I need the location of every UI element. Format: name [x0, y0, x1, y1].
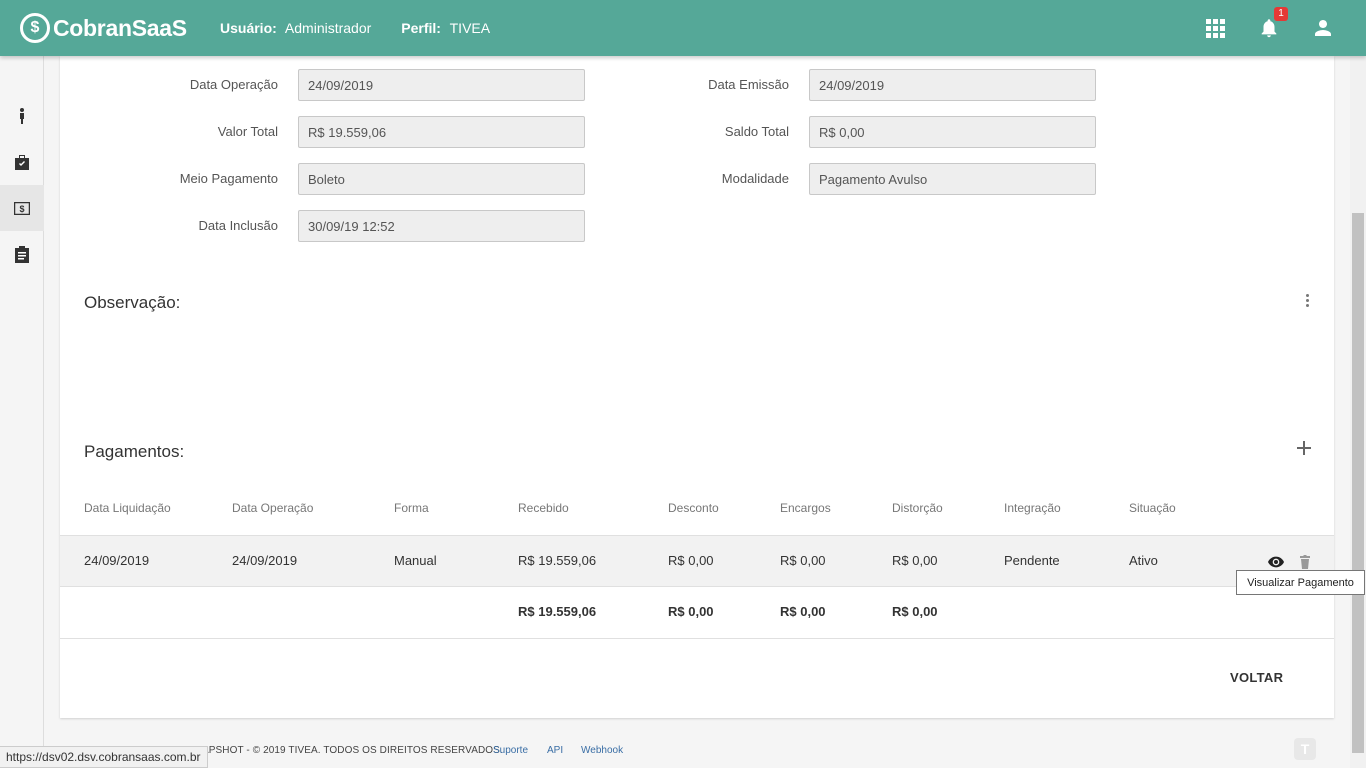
top-bar: $ CobranSaaS Usuário: Administrador Perf… — [0, 0, 1366, 56]
column-header[interactable]: Desconto — [668, 501, 719, 515]
field-label: Modalidade — [721, 171, 789, 186]
sidebar: $ — [0, 56, 44, 768]
person-icon — [1315, 20, 1331, 36]
footer-link-webhook[interactable]: Webhook — [581, 745, 623, 756]
sidebar-item-briefcase[interactable] — [0, 139, 44, 185]
apps-button[interactable] — [1188, 0, 1242, 56]
table-row[interactable]: 24/09/2019 24/09/2019 Manual R$ 19.559,0… — [60, 535, 1334, 587]
notifications-button[interactable]: 1 — [1242, 0, 1296, 56]
brand-logo-icon: $ — [20, 13, 50, 43]
field-label: Valor Total — [217, 124, 278, 139]
scrollbar-thumb[interactable] — [1352, 213, 1364, 753]
column-header[interactable]: Encargos — [780, 501, 831, 515]
field-label: Saldo Total — [724, 124, 789, 139]
svg-text:$: $ — [19, 204, 24, 214]
column-header[interactable]: Recebido — [518, 501, 569, 515]
footer-link-api[interactable]: API — [547, 745, 563, 756]
brand-name: CobranSaaS — [53, 14, 187, 41]
cell-data-liquidacao: 24/09/2019 — [84, 553, 150, 568]
person-icon — [20, 108, 24, 124]
trash-icon[interactable] — [1300, 555, 1310, 569]
view-payment-tooltip: Visualizar Pagamento — [1236, 570, 1365, 595]
column-header[interactable]: Integração — [1004, 501, 1061, 515]
field-label: Meio Pagamento — [179, 171, 278, 186]
meio-pagamento-input[interactable]: Boleto — [298, 163, 585, 195]
footer-link-suporte[interactable]: Suporte — [493, 745, 528, 756]
copyright-text: APSHOT - © 2019 TIVEA. TODOS OS DIREITOS… — [202, 745, 503, 756]
column-header[interactable]: Forma — [394, 501, 429, 515]
cell-forma: Manual — [394, 553, 437, 568]
column-header[interactable]: Situação — [1129, 501, 1176, 515]
more-vert-icon[interactable] — [1306, 294, 1310, 309]
vertical-scrollbar[interactable] — [1350, 56, 1366, 768]
profile-button[interactable] — [1296, 0, 1350, 56]
total-distorcao: R$ 0,00 — [892, 604, 938, 619]
observacao-title: Observação: — [84, 293, 181, 312]
clipboard-icon — [15, 245, 29, 263]
cell-data-operacao: 24/09/2019 — [232, 553, 298, 568]
cell-encargos: R$ 0,00 — [780, 553, 826, 568]
browser-status-bar: https://dsv02.dsv.cobransaas.com.br — [0, 746, 208, 768]
table-totals-row: R$ 19.559,06 R$ 0,00 R$ 0,00 R$ 0,00 — [60, 587, 1334, 639]
cell-distorcao: R$ 0,00 — [892, 553, 938, 568]
sidebar-item-clipboard[interactable] — [0, 231, 44, 277]
sidebar-item-money[interactable]: $ — [0, 185, 44, 231]
profile-value: TIVEA — [449, 20, 491, 36]
column-header[interactable]: Data Operação — [232, 501, 313, 515]
valor-total-input[interactable]: R$ 19.559,06 — [298, 116, 585, 148]
data-emissao-input[interactable]: 24/09/2019 — [809, 69, 1096, 101]
eye-icon[interactable] — [1268, 556, 1284, 568]
field-label: Data Emissão — [708, 77, 789, 92]
field-label: Data Operação — [189, 77, 278, 92]
data-inclusao-input[interactable]: 30/09/19 12:52 — [298, 210, 585, 242]
footer: APSHOT - © 2019 TIVEA. TODOS OS DIREITOS… — [44, 733, 1350, 768]
add-payment-button[interactable] — [1296, 440, 1312, 456]
cell-recebido: R$ 19.559,06 — [518, 553, 597, 568]
notification-badge: 1 — [1274, 7, 1288, 21]
user-label: Usuário: — [220, 20, 277, 36]
sidebar-item-person[interactable] — [0, 93, 44, 139]
cell-integracao: Pendente — [1004, 553, 1060, 568]
profile-label: Perfil: — [401, 20, 441, 36]
total-encargos: R$ 0,00 — [780, 604, 826, 619]
cell-situacao: Ativo — [1129, 553, 1158, 568]
total-desconto: R$ 0,00 — [668, 604, 714, 619]
saldo-total-input[interactable]: R$ 0,00 — [809, 116, 1096, 148]
data-operacao-input[interactable]: 24/09/2019 — [298, 69, 585, 101]
main-card: Data Operação 24/09/2019 Data Emissão 24… — [60, 56, 1334, 718]
briefcase-icon — [15, 154, 29, 170]
brand[interactable]: $ CobranSaaS — [20, 13, 220, 43]
user-value: Administrador — [284, 20, 372, 36]
voltar-button[interactable]: VOLTAR — [1230, 670, 1283, 685]
apps-grid-icon — [1205, 18, 1225, 38]
column-header[interactable]: Distorção — [892, 501, 943, 515]
user-info: Usuário: Administrador Perfil: TIVEA — [220, 20, 520, 36]
money-icon: $ — [14, 201, 30, 215]
total-recebido: R$ 19.559,06 — [518, 604, 597, 619]
field-label: Data Inclusão — [198, 218, 279, 233]
column-header[interactable]: Data Liquidação — [84, 501, 171, 515]
cell-desconto: R$ 0,00 — [668, 553, 714, 568]
pagamentos-title: Pagamentos: — [84, 442, 185, 461]
modalidade-input[interactable]: Pagamento Avulso — [809, 163, 1096, 195]
tivea-logo-icon: T — [1294, 738, 1316, 760]
